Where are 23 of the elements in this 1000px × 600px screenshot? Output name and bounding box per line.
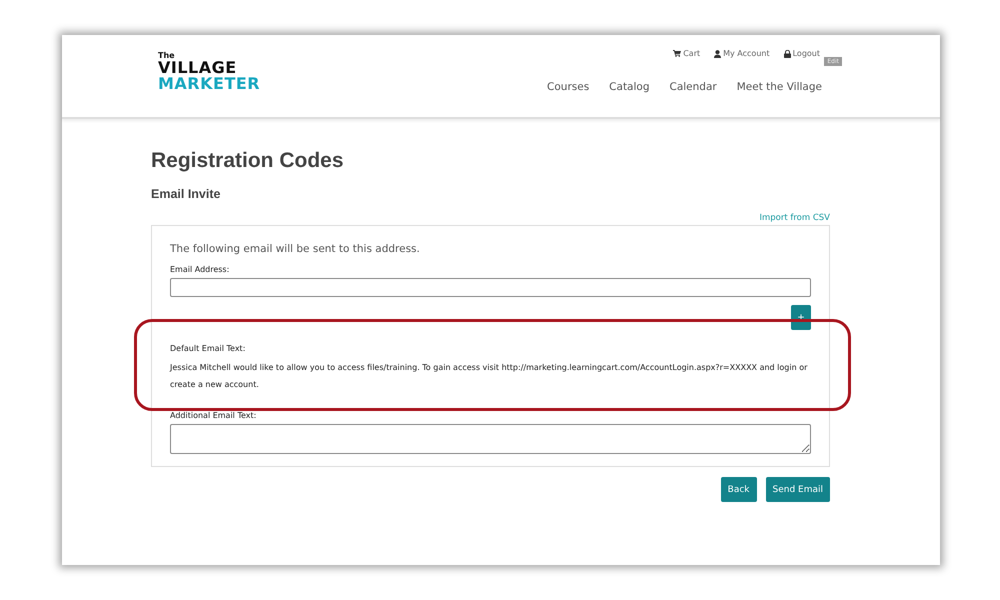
email-input-field[interactable] bbox=[170, 278, 811, 297]
import-link[interactable]: Import from CSV bbox=[759, 213, 830, 223]
nav-link[interactable]: Catalog bbox=[609, 81, 650, 93]
field-label: Email Address: bbox=[170, 265, 230, 274]
lock-icon bbox=[784, 50, 791, 58]
top-link[interactable]: My Account bbox=[714, 49, 770, 58]
intro-text: The following email will be sent to this address. bbox=[170, 243, 421, 255]
default-email-text: Jessica Mitchell would like to allow you to access files/training. To gain access visit http://marketing.learningcart.com/AccountLogin.aspx?r=XXXXX and login or create a new account. bbox=[170, 362, 808, 391]
section-title: Email Invite bbox=[151, 187, 222, 201]
nav-link[interactable]: Courses bbox=[547, 81, 590, 93]
action-button[interactable]: Send Email bbox=[766, 477, 830, 502]
person-icon bbox=[714, 50, 722, 58]
action-button[interactable]: Back bbox=[720, 477, 756, 502]
page-title: Registration Codes bbox=[151, 149, 345, 173]
field-label: Default Email Text: bbox=[170, 344, 246, 353]
top-link[interactable]: Logout bbox=[784, 49, 820, 58]
top-link[interactable]: Cart bbox=[673, 49, 700, 58]
additional-text-field[interactable] bbox=[170, 424, 811, 454]
nav-link[interactable]: Meet the Village bbox=[736, 81, 822, 93]
nav-link[interactable]: Calendar bbox=[670, 81, 717, 93]
logo[interactable]: The VILLAGE MARKETER bbox=[158, 52, 260, 92]
cart-icon bbox=[673, 50, 682, 57]
field-label: Additional Email Text: bbox=[170, 411, 258, 420]
